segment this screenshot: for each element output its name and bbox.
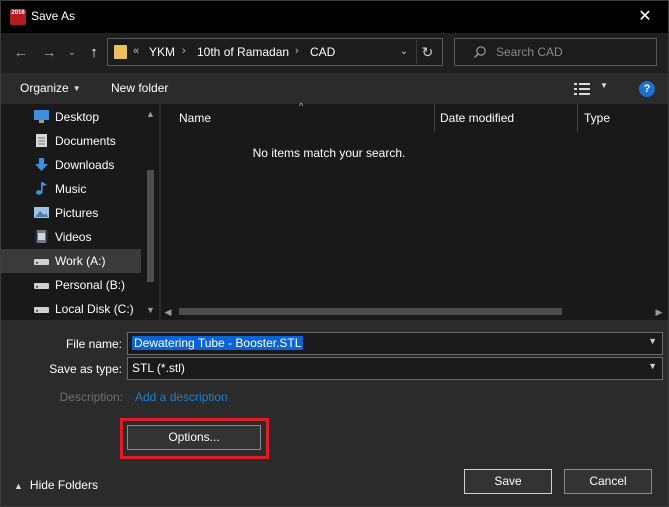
search-box[interactable]: Search CAD (454, 38, 657, 66)
column-header-date-modified[interactable]: Date modified (440, 104, 514, 132)
nav-item-label: Music (55, 182, 87, 196)
file-name-value: Dewatering Tube - Booster.STL (132, 336, 304, 350)
horizontal-scrollbar[interactable]: ◀ ▶ (161, 303, 668, 320)
videos-icon (35, 230, 48, 243)
nav-item-label: Personal (B:) (55, 278, 126, 292)
save-as-dialog: 2016 Save As ✕ ← → ⌄ ↑ « YKM › 10th of R… (0, 0, 669, 507)
recent-locations-button[interactable]: ⌄ (61, 42, 83, 64)
close-button[interactable]: ✕ (630, 4, 660, 30)
drive-icon (34, 259, 49, 265)
scrollbar-thumb[interactable] (147, 170, 154, 282)
nav-item-documents[interactable]: Documents (1, 129, 141, 153)
nav-item-desktop[interactable]: Desktop (1, 105, 141, 129)
breadcrumb-separator[interactable]: › (182, 45, 186, 57)
address-dropdown-icon[interactable]: ⌄ (396, 41, 412, 63)
save-as-type-value: STL (*.stl) (132, 361, 185, 375)
nav-item-downloads[interactable]: Downloads (1, 153, 141, 177)
address-bar[interactable]: « YKM › 10th of Ramadan › CAD ⌄ ↻ (107, 38, 443, 66)
scroll-right-icon[interactable]: ▶ (652, 305, 666, 319)
documents-icon (36, 134, 47, 147)
search-icon (474, 46, 486, 58)
new-folder-button[interactable]: New folder (111, 81, 168, 95)
nav-item-local-disk[interactable]: Local Disk (C:) (1, 297, 141, 321)
column-divider[interactable] (577, 104, 578, 132)
column-header-name[interactable]: Name (179, 104, 211, 132)
nav-item-music[interactable]: Music (1, 177, 141, 201)
save-button[interactable]: Save (464, 469, 552, 494)
breadcrumb-ykm[interactable]: YKM (149, 45, 175, 59)
music-icon (36, 182, 47, 195)
pictures-icon (34, 207, 49, 218)
nav-item-videos[interactable]: Videos (1, 225, 141, 249)
file-name-label: File name: (65, 337, 122, 351)
navigation-bar: ← → ⌄ ↑ « YKM › 10th of Ramadan › CAD ⌄ … (1, 33, 668, 73)
nav-item-label: Work (A:) (55, 254, 106, 268)
forward-button[interactable]: → (38, 42, 60, 64)
nav-item-label: Pictures (55, 206, 99, 220)
breadcrumb-10th-of-ramadan[interactable]: 10th of Ramadan (197, 45, 289, 59)
cancel-button[interactable]: Cancel (564, 469, 652, 494)
navigation-scrollbar[interactable]: ▲ ▼ (142, 104, 159, 320)
details-view-icon (574, 83, 590, 95)
description-label: Description: (59, 390, 123, 404)
organize-label: Organize (20, 81, 69, 95)
save-as-type-label: Save as type: (49, 362, 122, 376)
window-title: Save As (31, 9, 76, 23)
organize-button[interactable]: Organize ▼ (20, 81, 81, 95)
nav-item-personal-drive[interactable]: Personal (B:) (1, 273, 141, 297)
downloads-icon (35, 158, 48, 171)
navigation-pane: Desktop Documents Downloads Music Pictur… (1, 104, 159, 320)
search-input[interactable]: Search CAD (496, 45, 563, 59)
hide-folders-button[interactable]: ▲ Hide Folders (14, 478, 98, 492)
nav-item-label: Documents (55, 134, 116, 148)
scroll-down-icon[interactable]: ▼ (142, 303, 159, 317)
refresh-icon[interactable]: ↻ (416, 40, 438, 64)
breadcrumb-cad[interactable]: CAD (310, 45, 335, 59)
column-divider[interactable] (434, 104, 435, 132)
title-bar: 2016 Save As ✕ (1, 1, 668, 33)
up-button[interactable]: ↑ (83, 42, 105, 64)
scroll-left-icon[interactable]: ◀ (161, 305, 175, 319)
change-view-button[interactable]: ▼ (574, 81, 614, 97)
back-button[interactable]: ← (10, 42, 32, 64)
drive-icon (34, 307, 49, 313)
nav-item-label: Downloads (55, 158, 115, 172)
nav-item-label: Videos (55, 230, 92, 244)
nav-item-pictures[interactable]: Pictures (1, 201, 141, 225)
options-button[interactable]: Options... (127, 425, 261, 450)
nav-item-label: Local Disk (C:) (55, 302, 134, 316)
app-icon: 2016 (10, 9, 26, 25)
file-name-field[interactable]: Dewatering Tube - Booster.STL ▼ (127, 332, 663, 355)
hide-folders-label: Hide Folders (29, 478, 98, 492)
sort-ascending-icon: ^ (299, 101, 304, 111)
file-list[interactable]: ^ Name Date modified Type No items match… (161, 101, 668, 320)
chevron-down-icon: ▼ (600, 81, 608, 90)
chevron-up-icon: ▲ (14, 481, 23, 491)
command-bar: Organize ▼ New folder ▼ ? (1, 73, 668, 104)
nav-item-work-drive[interactable]: Work (A:) (1, 249, 141, 273)
save-as-type-select[interactable]: STL (*.stl) ▼ (127, 357, 663, 380)
scrollbar-thumb[interactable] (179, 308, 562, 315)
drive-icon (34, 283, 49, 289)
empty-list-message: No items match your search. (252, 146, 406, 160)
desktop-icon (34, 110, 49, 123)
column-header-type[interactable]: Type (584, 104, 610, 132)
chevron-down-icon: ▼ (72, 84, 81, 93)
breadcrumb-overflow[interactable]: « (133, 45, 139, 57)
chevron-down-icon[interactable]: ▼ (648, 361, 657, 371)
help-button[interactable]: ? (639, 81, 655, 97)
nav-item-label: Desktop (55, 110, 100, 124)
breadcrumb-separator[interactable]: › (295, 45, 299, 57)
add-description-link[interactable]: Add a description (135, 390, 228, 404)
scroll-up-icon[interactable]: ▲ (142, 107, 159, 121)
folder-icon (114, 45, 127, 59)
chevron-down-icon[interactable]: ▼ (648, 336, 657, 346)
